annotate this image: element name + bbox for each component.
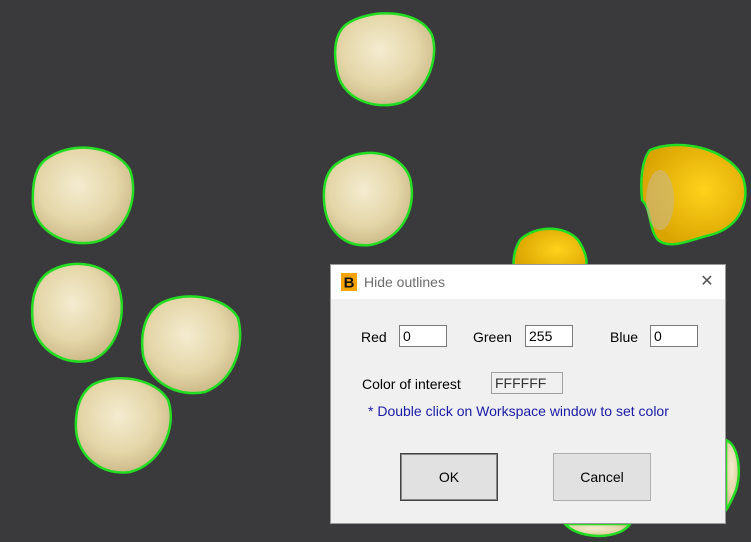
kernel-outline bbox=[31, 146, 135, 245]
kernel-outline bbox=[333, 12, 436, 107]
svg-text:B: B bbox=[344, 275, 355, 292]
hide-outlines-dialog: B Hide outlines ✕ Red Green Blue Color o… bbox=[330, 264, 726, 524]
kernel-outline bbox=[562, 522, 633, 538]
kernel-outline bbox=[322, 151, 414, 247]
hint-text: * Double click on Workspace window to se… bbox=[368, 403, 669, 419]
color-of-interest-label: Color of interest bbox=[362, 376, 461, 392]
blue-label: Blue bbox=[610, 329, 639, 345]
dialog-titlebar[interactable]: B Hide outlines ✕ bbox=[331, 265, 725, 299]
blue-input[interactable] bbox=[650, 325, 698, 347]
red-input[interactable] bbox=[399, 325, 447, 347]
kernel-outline bbox=[30, 262, 123, 363]
kernel-outline bbox=[141, 295, 242, 395]
close-button[interactable]: ✕ bbox=[689, 265, 725, 299]
app-logo-icon: B bbox=[341, 273, 357, 291]
red-label: Red bbox=[361, 329, 387, 345]
green-input[interactable] bbox=[525, 325, 573, 347]
green-label: Green bbox=[473, 329, 512, 345]
kernel-outline bbox=[724, 438, 740, 514]
cancel-button[interactable]: Cancel bbox=[553, 453, 651, 501]
close-icon: ✕ bbox=[700, 273, 714, 290]
dialog-title: Hide outlines bbox=[364, 274, 445, 290]
color-of-interest-field bbox=[491, 372, 563, 394]
ok-button[interactable]: OK bbox=[400, 453, 498, 501]
kernel-outline bbox=[74, 377, 173, 474]
